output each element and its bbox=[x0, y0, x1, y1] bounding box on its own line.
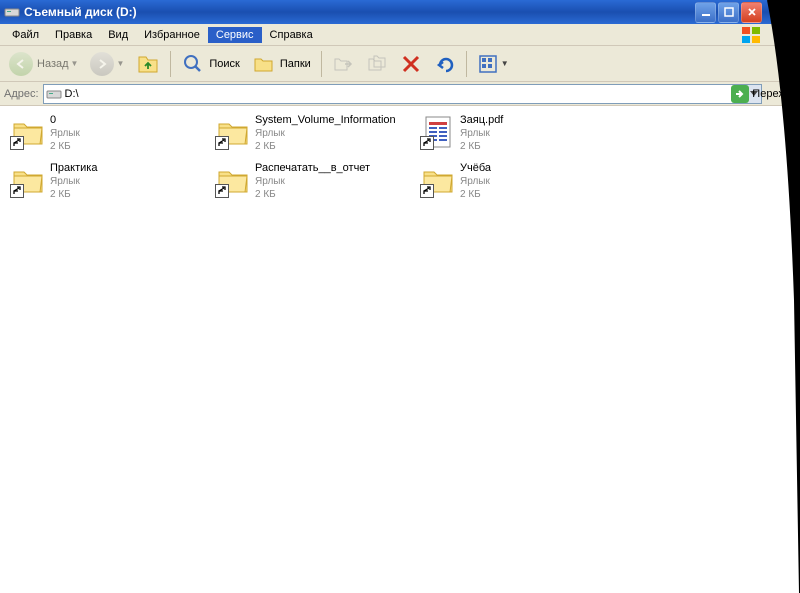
file-type: Ярлык bbox=[50, 127, 80, 140]
file-name: 0 bbox=[50, 114, 80, 127]
file-size: 2 КБ bbox=[255, 140, 396, 153]
file-name: Распечатать__в_отчет bbox=[255, 162, 370, 175]
forward-icon bbox=[90, 52, 114, 76]
shortcut-badge-icon bbox=[420, 184, 434, 198]
shortcut-badge-icon bbox=[215, 136, 229, 150]
file-size: 2 КБ bbox=[460, 188, 491, 201]
file-name: Заяц.pdf bbox=[460, 114, 503, 127]
document-icon bbox=[420, 114, 456, 150]
file-type: Ярлык bbox=[255, 127, 396, 140]
move-to-icon bbox=[332, 53, 354, 75]
folders-icon bbox=[252, 52, 276, 76]
file-type: Ярлык bbox=[460, 127, 503, 140]
shortcut-badge-icon bbox=[420, 136, 434, 150]
folder-icon bbox=[10, 162, 46, 198]
go-icon bbox=[731, 85, 749, 103]
toolbar: Назад ▼ ▼ Поиск Папки ▼ bbox=[0, 46, 800, 82]
window-title: Съемный диск (D:) bbox=[24, 5, 695, 19]
menu-file[interactable]: Файл bbox=[4, 27, 47, 43]
address-path: D:\ bbox=[65, 88, 745, 100]
menubar: Файл Правка Вид Избранное Сервис Справка bbox=[0, 24, 800, 46]
folder-icon bbox=[215, 114, 251, 150]
search-button[interactable]: Поиск bbox=[176, 49, 244, 79]
folder-up-icon bbox=[136, 52, 160, 76]
file-item[interactable]: Заяц.pdfЯрлык2 КБ bbox=[418, 112, 623, 160]
file-size: 2 КБ bbox=[50, 140, 80, 153]
file-item[interactable]: Распечатать__в_отчетЯрлык2 КБ bbox=[213, 160, 418, 208]
chevron-down-icon: ▼ bbox=[501, 59, 509, 68]
menu-help[interactable]: Справка bbox=[262, 27, 321, 43]
file-item[interactable]: УчёбаЯрлык2 КБ bbox=[418, 160, 623, 208]
drive-icon bbox=[4, 4, 20, 20]
delete-icon bbox=[400, 53, 422, 75]
menu-view[interactable]: Вид bbox=[100, 27, 136, 43]
file-size: 2 КБ bbox=[460, 140, 503, 153]
move-to-button[interactable] bbox=[327, 49, 359, 79]
folders-button[interactable]: Папки bbox=[247, 49, 316, 79]
drive-icon bbox=[46, 88, 62, 100]
delete-button[interactable] bbox=[395, 49, 427, 79]
copy-to-button[interactable] bbox=[361, 49, 393, 79]
go-label: Переход bbox=[752, 88, 796, 100]
menu-favorites[interactable]: Избранное bbox=[136, 27, 208, 43]
windows-logo-icon bbox=[740, 25, 762, 45]
shortcut-badge-icon bbox=[10, 184, 24, 198]
back-icon bbox=[9, 52, 33, 76]
views-button[interactable]: ▼ bbox=[472, 49, 514, 79]
file-name: System_Volume_Information bbox=[255, 114, 396, 127]
file-name: Практика bbox=[50, 162, 97, 175]
undo-icon bbox=[434, 53, 456, 75]
shortcut-badge-icon bbox=[215, 184, 229, 198]
back-button[interactable]: Назад ▼ bbox=[4, 49, 83, 79]
file-list: 0Ярлык2 КБSystem_Volume_InformationЯрлык… bbox=[0, 106, 800, 593]
file-item[interactable]: ПрактикаЯрлык2 КБ bbox=[8, 160, 213, 208]
shortcut-badge-icon bbox=[10, 136, 24, 150]
chevron-down-icon: ▼ bbox=[71, 59, 79, 68]
address-label: Адрес: bbox=[4, 88, 39, 100]
close-button[interactable] bbox=[741, 2, 762, 23]
address-field[interactable]: D:\ bbox=[43, 84, 762, 104]
addressbar: Адрес: D:\ Переход bbox=[0, 82, 800, 106]
file-type: Ярлык bbox=[50, 175, 97, 188]
file-type: Ярлык bbox=[460, 175, 491, 188]
file-name: Учёба bbox=[460, 162, 491, 175]
file-size: 2 КБ bbox=[255, 188, 370, 201]
file-size: 2 КБ bbox=[50, 188, 97, 201]
folder-icon bbox=[10, 114, 46, 150]
chevron-down-icon: ▼ bbox=[116, 59, 124, 68]
folder-icon bbox=[215, 162, 251, 198]
up-button[interactable] bbox=[131, 49, 165, 79]
titlebar: Съемный диск (D:) bbox=[0, 0, 800, 24]
forward-button[interactable]: ▼ bbox=[85, 49, 129, 79]
file-item[interactable]: System_Volume_InformationЯрлык2 КБ bbox=[213, 112, 418, 160]
go-button[interactable]: Переход bbox=[731, 84, 796, 104]
minimize-button[interactable] bbox=[695, 2, 716, 23]
file-type: Ярлык bbox=[255, 175, 370, 188]
menu-edit[interactable]: Правка bbox=[47, 27, 100, 43]
undo-button[interactable] bbox=[429, 49, 461, 79]
menu-tools[interactable]: Сервис bbox=[208, 27, 262, 43]
folder-icon bbox=[420, 162, 456, 198]
file-item[interactable]: 0Ярлык2 КБ bbox=[8, 112, 213, 160]
views-icon bbox=[477, 53, 499, 75]
maximize-button[interactable] bbox=[718, 2, 739, 23]
copy-to-icon bbox=[366, 53, 388, 75]
search-icon bbox=[181, 52, 205, 76]
